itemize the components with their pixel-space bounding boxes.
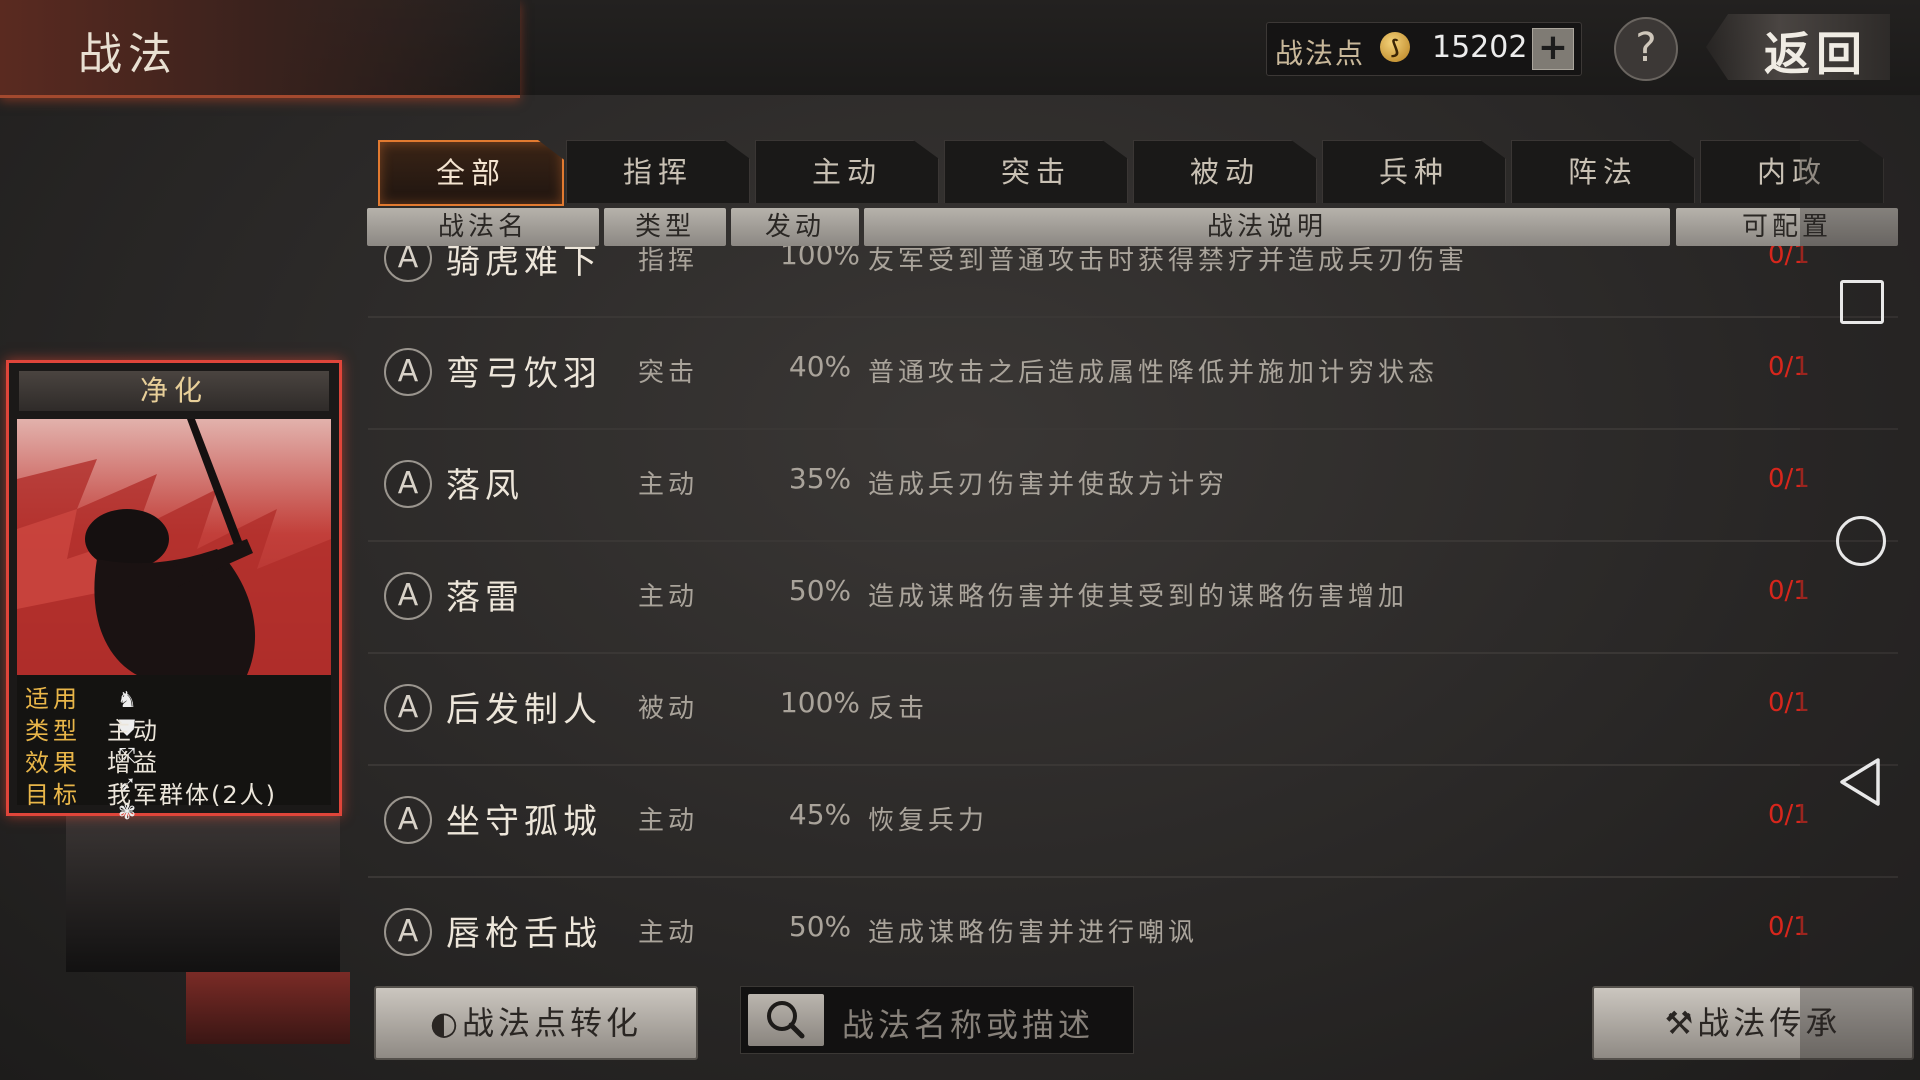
type-value: 主动 <box>107 717 159 745</box>
tactic-type: 主动 <box>638 470 699 500</box>
grade-badge: A <box>384 908 432 956</box>
recent-apps-icon[interactable] <box>1840 280 1884 324</box>
grade-badge: A <box>384 572 432 620</box>
cavalry-icon: ♞ <box>117 688 137 713</box>
tab-all[interactable]: 全部 <box>378 140 564 206</box>
system-navigation-bar <box>1800 96 1920 1080</box>
convert-points-button[interactable]: ◐战法点转化 <box>374 986 698 1060</box>
tactic-row[interactable]: A 落凤 主动 35% 造成兵刃伤害并使敌方计穷 0/1 <box>368 428 1898 542</box>
type-row: 类型 主动 <box>25 711 157 746</box>
hammer-icon: ⚒ <box>1664 1004 1698 1042</box>
background-figure <box>66 816 340 972</box>
grade-badge: A <box>384 246 432 282</box>
tactic-row[interactable]: A 唇枪舌战 主动 50% 造成谋略伤害并进行嘲讽 0/1 <box>368 876 1898 964</box>
tactic-type: 主动 <box>638 918 699 948</box>
card-artwork <box>17 419 331 675</box>
tactic-row[interactable]: A 落雷 主动 50% 造成谋略伤害并使其受到的谋略伤害增加 0/1 <box>368 540 1898 654</box>
tactic-type: 被动 <box>638 694 699 724</box>
tactic-name: 坐守孤城 <box>446 802 602 842</box>
effect-row: 效果 增益 <box>25 743 157 778</box>
tactic-point-coin-icon: ⟆ <box>1380 32 1410 62</box>
search-button[interactable] <box>748 994 824 1046</box>
tactic-type: 指挥 <box>638 246 699 276</box>
tactic-type: 突击 <box>638 358 699 388</box>
apply-label: 适用 <box>25 685 81 713</box>
convert-points-label: 战法点转化 <box>461 1004 642 1042</box>
grade-badge: A <box>384 796 432 844</box>
search-icon <box>767 1001 805 1039</box>
column-header-description: 战法说明 <box>864 208 1670 246</box>
tab-assault[interactable]: 突击 <box>944 140 1128 203</box>
tactic-name: 弯弓饮羽 <box>446 354 602 394</box>
tactic-rate: 50% <box>788 910 852 943</box>
target-row: 目标 我军群体(2人) <box>25 775 275 810</box>
effect-value: 增益 <box>107 749 159 777</box>
apply-row: 适用 ♞⛊⤧➶❃ <box>25 679 137 825</box>
tactic-description: 恢复兵力 <box>868 806 989 836</box>
tactic-rate: 40% <box>788 350 852 383</box>
tab-troop-type[interactable]: 兵种 <box>1322 140 1506 203</box>
tactic-description: 反击 <box>868 694 929 724</box>
tactic-type: 主动 <box>638 582 699 612</box>
grade-badge: A <box>384 684 432 732</box>
tab-command[interactable]: 指挥 <box>566 140 750 203</box>
column-header-name[interactable]: 战法名 <box>367 208 599 246</box>
tactic-name: 后发制人 <box>446 690 602 730</box>
tactic-rate: 100% <box>779 246 861 271</box>
tactic-description: 造成谋略伤害并使其受到的谋略伤害增加 <box>868 582 1409 612</box>
back-button-label[interactable]: 返回 <box>1764 18 1868 84</box>
tactic-description: 普通攻击之后造成属性降低并施加计穷状态 <box>868 358 1439 388</box>
tactic-points-label: 战法点 <box>1275 37 1366 70</box>
card-title: 净化 <box>19 371 329 411</box>
tab-active[interactable]: 主动 <box>755 140 939 203</box>
nav-back-icon[interactable] <box>1836 756 1884 808</box>
tactic-description: 造成谋略伤害并进行嘲讽 <box>868 918 1199 948</box>
tab-passive[interactable]: 被动 <box>1133 140 1317 203</box>
tactic-row[interactable]: A 坐守孤城 主动 45% 恢复兵力 0/1 <box>368 764 1898 878</box>
effect-label: 效果 <box>25 749 81 777</box>
tactic-name: 落雷 <box>446 578 524 618</box>
tactic-description: 造成兵刃伤害并使敌方计穷 <box>868 470 1229 500</box>
tactic-points-value: 15202 <box>1432 30 1528 65</box>
help-button[interactable]: ? <box>1614 17 1678 81</box>
tactic-rate: 50% <box>788 574 852 607</box>
tactic-name: 唇枪舌战 <box>446 914 602 954</box>
grade-badge: A <box>384 460 432 508</box>
target-value: 我军群体(2人) <box>107 781 277 809</box>
tactic-description: 友军受到普通攻击时获得禁疗并造成兵刃伤害 <box>868 246 1469 276</box>
tactic-rate: 45% <box>788 798 852 831</box>
flame-icon: ◐ <box>430 1004 462 1042</box>
tactic-name: 落凤 <box>446 466 524 506</box>
tactic-type: 主动 <box>638 806 699 836</box>
warrior-artwork-icon <box>17 419 331 675</box>
grade-badge: A <box>384 348 432 396</box>
background-figure-lower <box>186 972 350 1044</box>
tactic-rate: 100% <box>779 686 861 719</box>
tactic-detail-card[interactable]: 净化 适用 ♞⛊⤧➶❃ 类型 主动 效果 增益 目标 我军群体(2人) <box>6 360 342 825</box>
column-header-rate[interactable]: 发动 <box>731 208 859 246</box>
type-label: 类型 <box>25 717 81 745</box>
tactics-list[interactable]: A 骑虎难下 指挥 100% 友军受到普通攻击时获得禁疗并造成兵刃伤害 0/1 … <box>368 246 1898 964</box>
search-input[interactable]: 战法名称或描述 <box>842 1000 1094 1046</box>
page-title: 战法 <box>78 29 178 80</box>
card-info-panel: 适用 ♞⛊⤧➶❃ 类型 主动 效果 增益 目标 我军群体(2人) <box>17 675 331 825</box>
tactic-row[interactable]: A 骑虎难下 指挥 100% 友军受到普通攻击时获得禁疗并造成兵刃伤害 0/1 <box>368 246 1898 318</box>
home-icon[interactable] <box>1836 516 1886 566</box>
tab-formation[interactable]: 阵法 <box>1511 140 1695 203</box>
column-header-type[interactable]: 类型 <box>604 208 726 246</box>
tactic-name: 骑虎难下 <box>446 246 602 282</box>
tactic-row[interactable]: A 后发制人 被动 100% 反击 0/1 <box>368 652 1898 766</box>
target-label: 目标 <box>25 781 81 809</box>
add-points-button[interactable]: + <box>1532 28 1574 70</box>
tactic-rate: 35% <box>788 462 852 495</box>
tactic-row[interactable]: A 弯弓饮羽 突击 40% 普通攻击之后造成属性降低并施加计穷状态 0/1 <box>368 316 1898 430</box>
